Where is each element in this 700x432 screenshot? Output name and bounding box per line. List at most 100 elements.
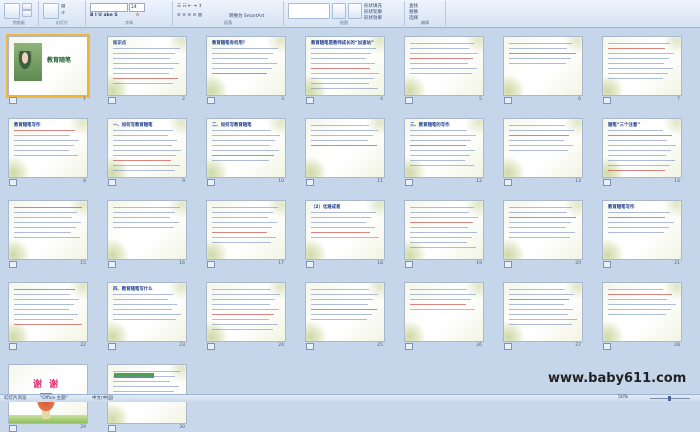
slide-text-line <box>311 88 378 89</box>
transition-icon[interactable] <box>108 343 116 350</box>
slide-thumbnail[interactable] <box>107 200 187 260</box>
arrange-button[interactable] <box>332 3 346 19</box>
slide-text-line <box>311 73 379 74</box>
transition-icon[interactable] <box>108 425 116 432</box>
slide-number: 27 <box>575 343 581 348</box>
transition-icon[interactable] <box>108 97 116 104</box>
transition-icon[interactable] <box>504 261 512 268</box>
transition-icon[interactable] <box>603 261 611 268</box>
transition-icon[interactable] <box>405 261 413 268</box>
layout-label[interactable]: ▤ <box>61 4 65 9</box>
zoom-slider[interactable] <box>650 396 690 401</box>
slide-thumbnail[interactable] <box>305 282 385 342</box>
slide-thumbnail[interactable]: 教育随笔 <box>6 34 90 98</box>
slide-text-line <box>212 217 268 218</box>
transition-icon[interactable] <box>504 343 512 350</box>
copy-button[interactable] <box>22 10 32 17</box>
slide-thumbnail[interactable] <box>602 282 682 342</box>
transition-icon[interactable] <box>504 179 512 186</box>
slide-text-line <box>14 294 70 295</box>
transition-icon[interactable] <box>306 97 314 104</box>
slide-text-line <box>410 242 467 243</box>
slide-thumbnail[interactable] <box>404 36 484 96</box>
slide-thumbnail[interactable] <box>503 118 583 178</box>
transition-icon[interactable] <box>108 261 116 268</box>
transition-icon[interactable] <box>405 97 413 104</box>
transition-icon[interactable] <box>9 343 17 350</box>
transition-icon[interactable] <box>207 261 215 268</box>
slide-thumbnail[interactable]: 教育随笔写作 <box>8 118 88 178</box>
new-slide-button[interactable] <box>43 3 59 19</box>
transition-icon[interactable] <box>306 261 314 268</box>
transition-icon[interactable] <box>207 343 215 350</box>
slide-thumbnail[interactable]: 三、教育随笔的写作 <box>404 118 484 178</box>
transition-icon[interactable] <box>504 97 512 104</box>
slide-thumbnail[interactable]: 教育随笔是教师成长的“加速站” <box>305 36 385 96</box>
zoom-knob[interactable] <box>668 396 671 401</box>
group-label-font: 字体 <box>125 20 133 25</box>
transition-icon[interactable] <box>405 179 413 186</box>
transition-icon[interactable] <box>306 179 314 186</box>
slide-number: 29 <box>80 425 86 430</box>
slide-title: 三、教育随笔的写作 <box>410 123 450 128</box>
quick-styles-button[interactable] <box>348 3 362 19</box>
slide-text-line <box>311 145 377 146</box>
slide-thumbnail[interactable]: 二、如何写教育随笔 <box>206 118 286 178</box>
shapes-gallery[interactable] <box>288 3 330 19</box>
slide-thumbnail[interactable]: 知识点 <box>107 36 187 96</box>
font-name-select[interactable] <box>90 3 128 12</box>
transition-icon[interactable] <box>306 343 314 350</box>
transition-icon[interactable] <box>603 97 611 104</box>
transition-icon[interactable] <box>207 179 215 186</box>
transition-icon[interactable] <box>9 261 17 268</box>
transition-icon[interactable] <box>603 343 611 350</box>
font-size-select[interactable]: 24 <box>129 3 145 12</box>
zoom-level[interactable]: 50% <box>618 395 628 400</box>
slide-thumbnail[interactable] <box>8 200 88 260</box>
slide-thumbnail[interactable] <box>404 200 484 260</box>
transition-icon[interactable] <box>9 425 17 432</box>
transition-icon[interactable] <box>9 179 17 186</box>
slide-thumbnail[interactable] <box>206 200 286 260</box>
slide-thumbnail[interactable]: （2）化难成易 <box>305 200 385 260</box>
slide-thumbnail[interactable] <box>404 282 484 342</box>
slide-thumbnail[interactable] <box>503 282 583 342</box>
paste-button[interactable] <box>4 3 20 19</box>
slide-thumbnail[interactable] <box>305 118 385 178</box>
slide-thumbnail[interactable]: 教育随笔有何用？ <box>206 36 286 96</box>
slide-text-line <box>212 299 275 300</box>
slide-thumbnail[interactable] <box>8 282 88 342</box>
cut-button[interactable] <box>22 3 32 10</box>
slide-text-line <box>14 232 71 233</box>
bold-button[interactable]: B I U abe S <box>90 13 118 18</box>
slide-thumbnail[interactable] <box>503 36 583 96</box>
slide-title: 教育随笔是教师成长的“加速站” <box>311 41 374 46</box>
font-color-button[interactable]: A <box>136 13 139 18</box>
slide-thumbnail[interactable] <box>206 282 286 342</box>
slide-text-line <box>410 212 469 213</box>
transition-icon[interactable] <box>207 97 215 104</box>
slide-text-line <box>14 135 70 136</box>
align-buttons[interactable]: ≡ ≡ ≡ ≡ ▥ <box>177 13 202 18</box>
transition-icon[interactable] <box>108 179 116 186</box>
slide-text-line <box>509 227 566 228</box>
slide-thumbnail[interactable] <box>503 200 583 260</box>
list-buttons[interactable]: ☰ ☷ ⇤ ⇥ ↕ <box>177 4 202 9</box>
reset-label[interactable]: ↺ <box>61 11 65 16</box>
slide-thumbnail[interactable]: 随笔“三个注意” <box>602 118 682 178</box>
slide-text-line <box>14 314 78 315</box>
slide-thumbnail[interactable]: 教育随笔写作 <box>602 200 682 260</box>
slide-text-line <box>14 319 73 320</box>
convert-smartart-button[interactable]: 转换为 SmartArt <box>229 13 264 19</box>
transition-icon[interactable] <box>603 179 611 186</box>
slide-thumbnail[interactable] <box>602 36 682 96</box>
transition-icon[interactable] <box>405 343 413 350</box>
slide-thumbnail[interactable]: 一、如何写教育随笔 <box>107 118 187 178</box>
transition-icon[interactable] <box>9 97 17 104</box>
slide-thumbnail[interactable]: 四、教育随笔写什么 <box>107 282 187 342</box>
slide-text-line <box>410 165 474 166</box>
slide-text-line <box>212 232 267 233</box>
slide-text-line <box>212 63 277 64</box>
slide-sorter[interactable]: 教育随笔 1 知识点 2 教育随笔有何用？ 3 教育随笔是教师成长的“加速站” 4 5 6 7 教育随… <box>0 28 700 432</box>
slide-number: 5 <box>479 97 482 102</box>
